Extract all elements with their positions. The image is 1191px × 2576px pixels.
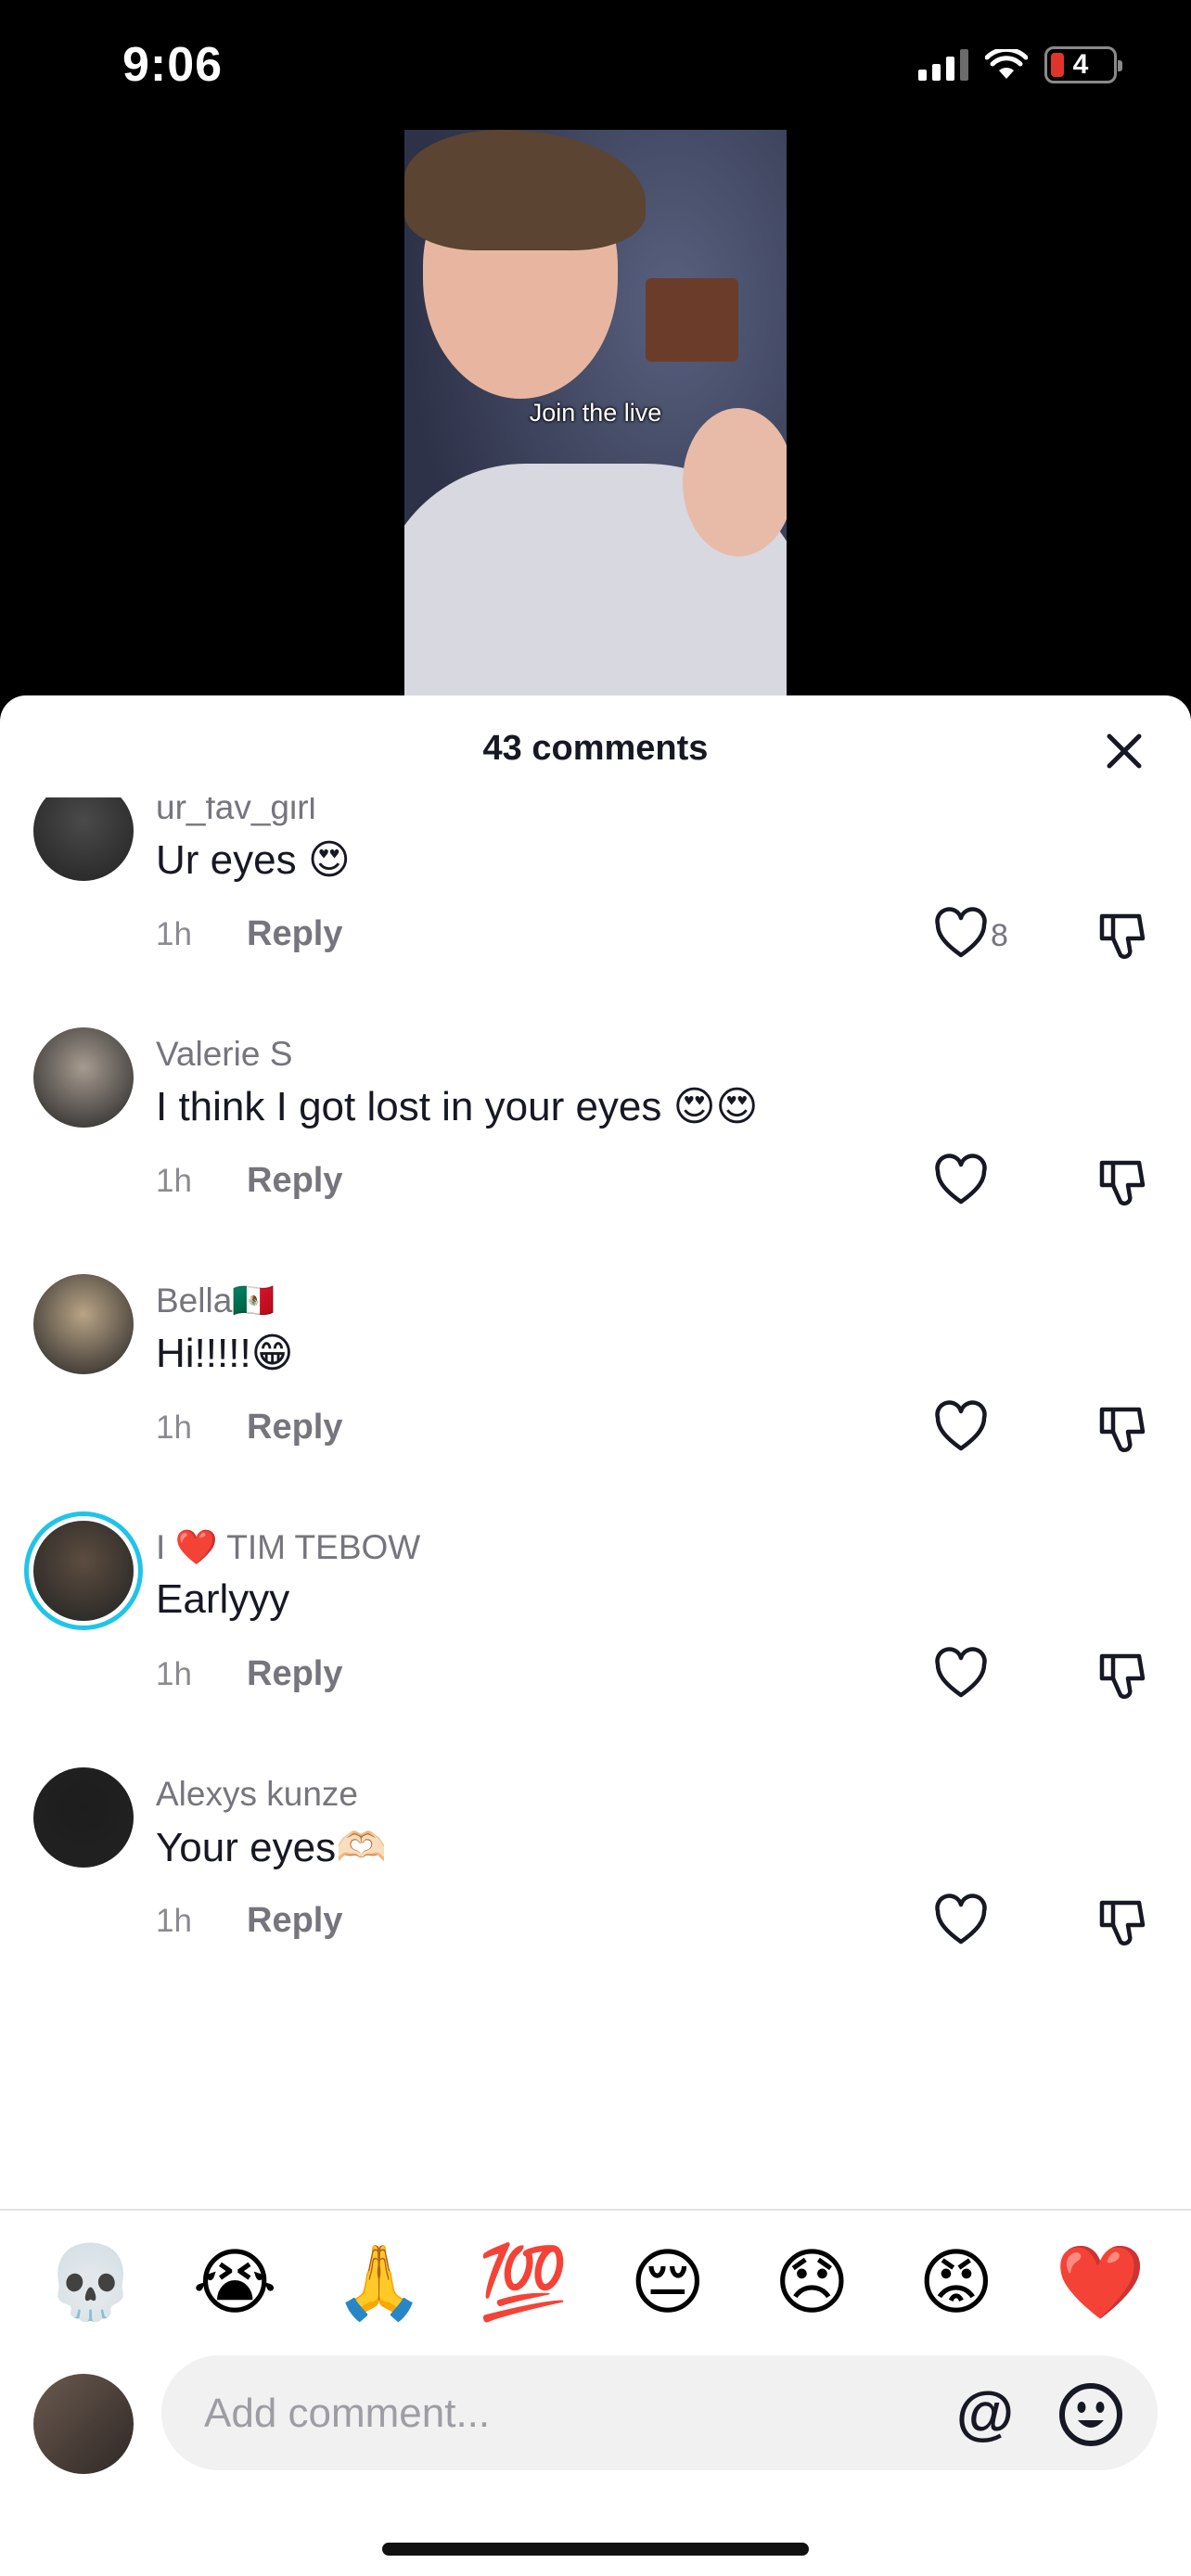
comments-count-title: 43 comments — [482, 729, 709, 768]
battery-level: 4 — [1072, 49, 1089, 80]
dislike-icon[interactable] — [1095, 907, 1150, 963]
dislike-icon[interactable] — [1095, 1894, 1150, 1949]
quick-emoji-button[interactable]: 😔 — [617, 2246, 719, 2318]
like-heart-icon[interactable] — [933, 907, 989, 963]
comment-item[interactable]: Bella🇲🇽 Hi!!!!!😁 1h Reply — [0, 1274, 1191, 1521]
comment-text: Earlyyy — [156, 1576, 290, 1622]
reply-button[interactable]: Reply — [247, 1408, 342, 1447]
comment-input[interactable]: Add comment... @ — [161, 2355, 1158, 2470]
comment-time: 1h — [156, 1163, 192, 1199]
like-heart-icon[interactable] — [933, 1647, 989, 1702]
comment-text: Ur eyes 😍 — [156, 837, 351, 883]
comment-item[interactable]: Valerie S I think I got lost in your eyes… — [0, 1027, 1191, 1274]
commenter-username[interactable]: Valerie S — [156, 1035, 292, 1074]
dislike-icon[interactable] — [1095, 1647, 1150, 1702]
commenter-avatar[interactable] — [33, 1027, 134, 1128]
dislike-icon[interactable] — [1095, 1154, 1150, 1209]
quick-emoji-button[interactable]: 💀 — [40, 2246, 142, 2318]
status-bar: 9:06 4 — [0, 0, 1191, 139]
my-avatar[interactable] — [33, 2374, 134, 2474]
reply-button[interactable]: Reply — [247, 1161, 342, 1201]
comment-item[interactable]: ur_fav_girl Ur eyes 😍 1h Reply 8 — [0, 797, 1191, 1027]
mention-button[interactable]: @ — [952, 2379, 1018, 2446]
comment-text: I think I got lost in your eyes 😍😍 — [156, 1084, 759, 1129]
battery-icon: 4 — [1044, 46, 1122, 83]
quick-emoji-button[interactable]: ❤️ — [1049, 2246, 1151, 2318]
video-caption: Join the live — [529, 399, 662, 427]
quick-emoji-button[interactable]: 🙏 — [328, 2246, 430, 2318]
commenter-avatar[interactable] — [33, 1521, 134, 1621]
reply-button[interactable]: Reply — [247, 1901, 342, 1941]
screen: 9:06 4 Join the live 43 comments ur_fav_… — [0, 0, 1191, 2576]
quick-emoji-button[interactable]: 😭 — [184, 2246, 286, 2318]
status-time: 9:06 — [122, 38, 224, 92]
commenter-avatar[interactable] — [33, 1767, 134, 1868]
comment-time: 1h — [156, 1409, 192, 1446]
like-count: 8 — [991, 918, 1008, 953]
status-icons: 4 — [918, 46, 1122, 83]
cellular-signal-icon — [918, 49, 968, 81]
commenter-username[interactable]: I ❤️ TIM TEBOW — [156, 1528, 420, 1568]
wifi-icon — [985, 49, 1028, 79]
comment-item[interactable]: I ❤️ TIM TEBOW Earlyyy 1h Reply — [0, 1521, 1191, 1767]
like-heart-icon[interactable] — [933, 1894, 989, 1949]
commenter-username[interactable]: Alexys kunze — [156, 1775, 358, 1814]
comment-time: 1h — [156, 1903, 192, 1939]
comment-time: 1h — [156, 1656, 192, 1692]
comment-time: 1h — [156, 916, 192, 952]
reply-button[interactable]: Reply — [247, 914, 342, 954]
like-heart-icon[interactable] — [933, 1400, 989, 1456]
emoji-picker-button[interactable] — [1057, 2381, 1124, 2448]
commenter-username[interactable]: ur_fav_girl — [156, 797, 316, 827]
reply-button[interactable]: Reply — [247, 1654, 342, 1694]
quick-emoji-button[interactable]: 😡 — [905, 2246, 1007, 2318]
dislike-icon[interactable] — [1095, 1400, 1150, 1456]
comment-text: Your eyes🫶🏻 — [156, 1825, 387, 1870]
comments-sheet: 43 comments ur_fav_girl Ur eyes 😍 1h Reply 8… — [0, 695, 1191, 2576]
close-button[interactable] — [1095, 721, 1154, 781]
comment-input-row: Add comment... @ — [0, 2355, 1191, 2494]
comment-list[interactable]: ur_fav_girl Ur eyes 😍 1h Reply 8 Valerie S I t… — [0, 797, 1191, 1975]
quick-emoji-button[interactable]: 😞 — [761, 2246, 863, 2318]
quick-emoji-bar: 💀 😭 🙏 💯 😔 😞 😡 ❤️ — [0, 2216, 1191, 2348]
comment-item[interactable]: Alexys kunze Your eyes🫶🏻 1h Reply — [0, 1767, 1191, 1975]
commenter-username[interactable]: Bella🇲🇽 — [156, 1282, 275, 1321]
quick-emoji-button[interactable]: 💯 — [472, 2246, 574, 2318]
video-preview[interactable]: Join the live — [404, 130, 787, 705]
comment-text: Hi!!!!!😁 — [156, 1331, 294, 1376]
close-icon — [1107, 733, 1142, 769]
smiley-icon — [1059, 2383, 1122, 2446]
like-heart-icon[interactable] — [933, 1154, 989, 1209]
divider — [0, 2209, 1191, 2211]
commenter-avatar[interactable] — [33, 1274, 134, 1374]
home-indicator — [382, 2543, 809, 2556]
commenter-avatar[interactable] — [33, 797, 134, 881]
comment-input-placeholder: Add comment... — [204, 2391, 491, 2436]
sheet-header: 43 comments — [0, 695, 1191, 809]
